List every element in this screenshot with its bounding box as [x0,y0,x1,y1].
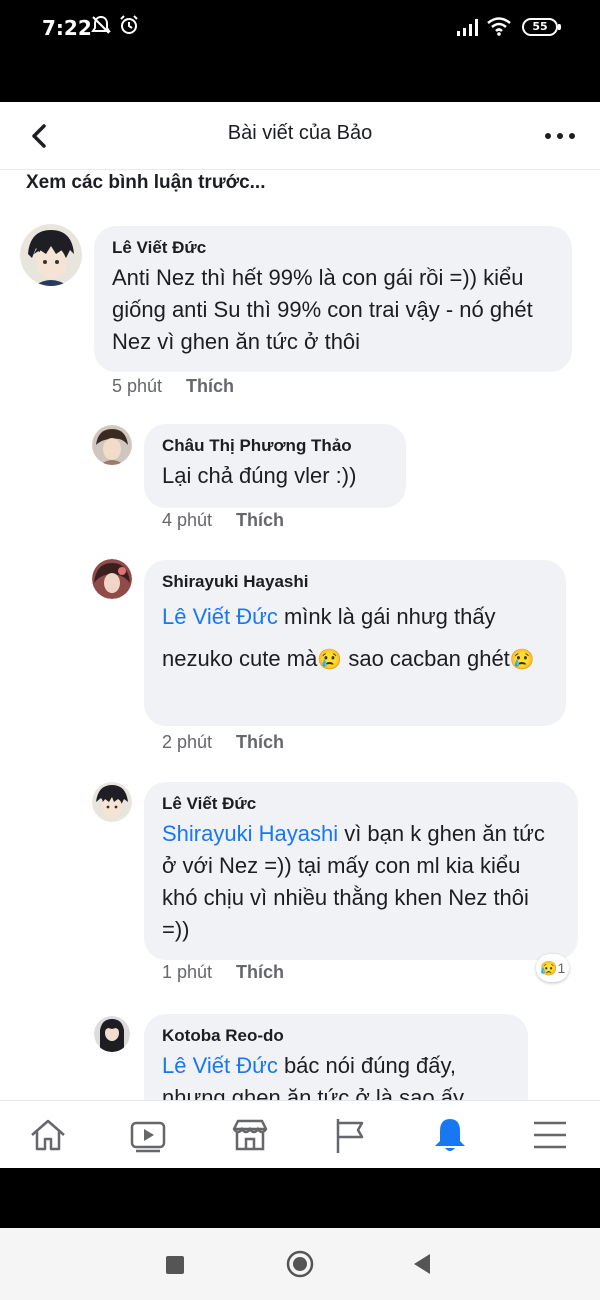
see-previous-comments-link[interactable]: Xem các bình luận trước... [26,172,266,194]
pages-icon[interactable] [330,1115,370,1155]
comment-meta: 5 phút Thích [112,376,234,397]
signal-icon [457,19,478,36]
comment-bubble: Shirayuki Hayashi Lê Viết Đức mìnk là gá… [144,560,566,726]
page-title: Bài viết của Bảo [227,122,373,144]
crying-emoji: 😢 [509,649,535,671]
comment-author[interactable]: Lê Viết Đức [112,238,554,258]
comment-bubble: Lê Viết Đức Anti Nez thì hết 99% là con … [94,226,572,372]
avatar[interactable] [20,224,82,286]
comment-time: 4 phút [162,510,213,530]
comment-author[interactable]: Lê Viết Đức [162,794,560,814]
comment-text: Lê Viết Đức mìnk là gái nhưg thấy nezuko… [162,596,548,681]
back-button[interactable] [410,1252,434,1276]
more-icon[interactable] [540,118,580,154]
comment-time: 2 phút [162,732,213,752]
status-time: 7:22 [42,16,92,40]
sad-reaction-icon: 😥 [540,959,558,976]
comment-text-part: sao cacban ghét [342,646,510,671]
avatar[interactable] [94,1016,130,1052]
comment-bubble: Lê Viết Đức Shirayuki Hayashi vì bạn k g… [144,782,578,960]
comment-text: Lại chả đúng vler :)) [162,463,357,488]
home-icon[interactable] [28,1115,68,1155]
comment-meta: 2 phút Thích [162,732,284,753]
recents-button[interactable] [164,1254,186,1276]
comment-bubble: Châu Thị Phương Thảo Lại chả đúng vler :… [144,424,406,508]
watch-icon[interactable] [128,1115,168,1155]
home-button[interactable] [286,1250,314,1278]
wifi-icon [487,17,511,36]
comment-author[interactable]: Kotoba Reo-do [162,1026,510,1046]
comment-time: 5 phút [112,376,163,396]
comment-author[interactable]: Shirayuki Hayashi [162,572,548,592]
mention-link[interactable]: Lê Viết Đức [162,604,278,629]
reaction-count-badge[interactable]: 😥 1 [536,954,570,982]
avatar[interactable] [92,559,132,599]
comment-meta: 1 phút Thích [162,962,284,983]
comment-text: Shirayuki Hayashi vì bạn k ghen ăn tức ở… [162,818,560,946]
status-bar: 7:22 55 [0,0,600,102]
like-button[interactable]: Thích [236,732,284,752]
mute-icon [91,15,111,34]
marketplace-icon[interactable] [230,1115,270,1155]
bottom-tab-bar [0,1100,600,1168]
mention-link[interactable]: Shirayuki Hayashi [162,821,338,846]
comment-author[interactable]: Châu Thị Phương Thảo [162,436,388,456]
facebook-app: Bài viết của Bảo Xem các bình luận trước… [0,102,600,1168]
mention-link[interactable]: Lê Viết Đức [162,1053,278,1078]
like-button[interactable]: Thích [186,376,234,396]
alarm-icon [120,15,138,34]
like-button[interactable]: Thích [236,510,284,530]
android-navigation-bar [0,1228,600,1300]
post-header: Bài viết của Bảo [0,102,600,170]
menu-icon[interactable] [530,1115,570,1155]
comment-time: 1 phút [162,962,213,982]
avatar[interactable] [92,425,132,465]
battery-icon: 55 [522,18,561,36]
crying-emoji: 😢 [317,649,343,671]
like-button[interactable]: Thích [236,962,284,982]
avatar[interactable] [92,782,132,822]
comment-text: Anti Nez thì hết 99% là con gái rồi =)) … [112,265,533,354]
notifications-icon[interactable] [430,1115,470,1155]
reaction-count: 1 [557,960,566,976]
comment-meta: 4 phút Thích [162,510,284,531]
